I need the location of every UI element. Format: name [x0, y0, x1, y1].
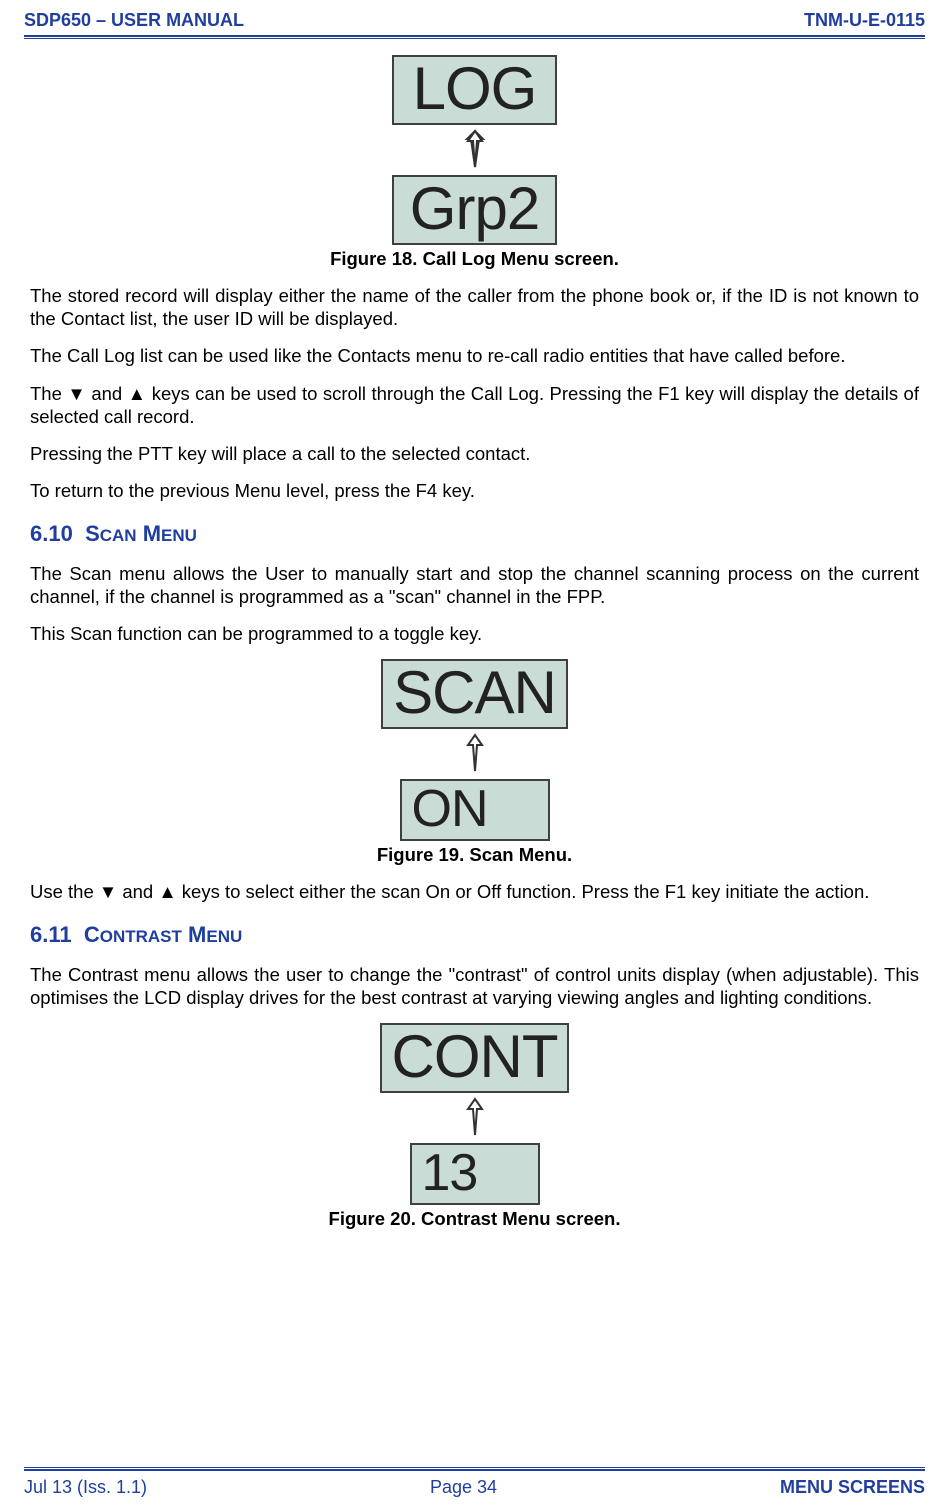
footer-right: MENU SCREENS [780, 1477, 925, 1498]
heading-word: M [188, 922, 206, 947]
figure-19-caption: Figure 19. Scan Menu. [30, 843, 919, 866]
lcd-box-top: LOG [392, 55, 557, 125]
down-arrow-icon [460, 1097, 490, 1139]
section-heading-scan: 6.10 SCAN MENU [30, 520, 919, 548]
heading-word: S [85, 521, 100, 546]
paragraph: The ▼ and ▲ keys can be used to scroll t… [30, 382, 919, 428]
paragraph: The stored record will display either th… [30, 284, 919, 330]
figure-20-caption: Figure 20. Contrast Menu screen. [30, 1207, 919, 1230]
page-header: SDP650 – USER MANUAL TNM-U-E-0115 [0, 0, 949, 35]
header-left: SDP650 – USER MANUAL [24, 10, 244, 31]
paragraph: Pressing the PTT key will place a call t… [30, 442, 919, 465]
figure-18: LOG Grp2 Figure 18. Call Log Menu screen… [30, 55, 919, 270]
lcd-box-bottom: ON [400, 779, 550, 841]
heading-word: C [84, 922, 100, 947]
figure-19: SCAN ON Figure 19. Scan Menu. [30, 659, 919, 866]
page-footer: Jul 13 (Iss. 1.1) Page 34 MENU SCREENS [0, 1467, 949, 1512]
heading-word: ENU [161, 526, 197, 545]
footer-center: Page 34 [430, 1477, 497, 1498]
lcd-box-bottom: Grp2 [392, 175, 557, 245]
section-number: 6.10 [30, 521, 73, 546]
lcd-box-top: SCAN [381, 659, 568, 729]
heading-word: CAN [100, 526, 137, 545]
heading-word: M [143, 521, 161, 546]
lcd-box-top: CONT [380, 1023, 570, 1093]
paragraph: To return to the previous Menu level, pr… [30, 479, 919, 502]
content-area: LOG Grp2 Figure 18. Call Log Menu screen… [0, 39, 949, 1230]
section-number: 6.11 [30, 922, 72, 947]
heading-word: ENU [206, 927, 242, 946]
figure-20: CONT 13 Figure 20. Contrast Menu screen. [30, 1023, 919, 1230]
down-arrow-icon [460, 129, 490, 171]
footer-left: Jul 13 (Iss. 1.1) [24, 1477, 147, 1498]
paragraph: The Call Log list can be used like the C… [30, 344, 919, 367]
heading-word: ONTRAST [100, 927, 182, 946]
lcd-box-bottom: 13 [410, 1143, 540, 1205]
header-right: TNM-U-E-0115 [804, 10, 925, 31]
figure-18-caption: Figure 18. Call Log Menu screen. [30, 247, 919, 270]
paragraph: This Scan function can be programmed to … [30, 622, 919, 645]
paragraph: The Scan menu allows the User to manuall… [30, 562, 919, 608]
paragraph: The Contrast menu allows the user to cha… [30, 963, 919, 1009]
section-heading-contrast: 6.11 CONTRAST MENU [30, 921, 919, 949]
down-arrow-icon [460, 733, 490, 775]
paragraph: Use the ▼ and ▲ keys to select either th… [30, 880, 919, 903]
